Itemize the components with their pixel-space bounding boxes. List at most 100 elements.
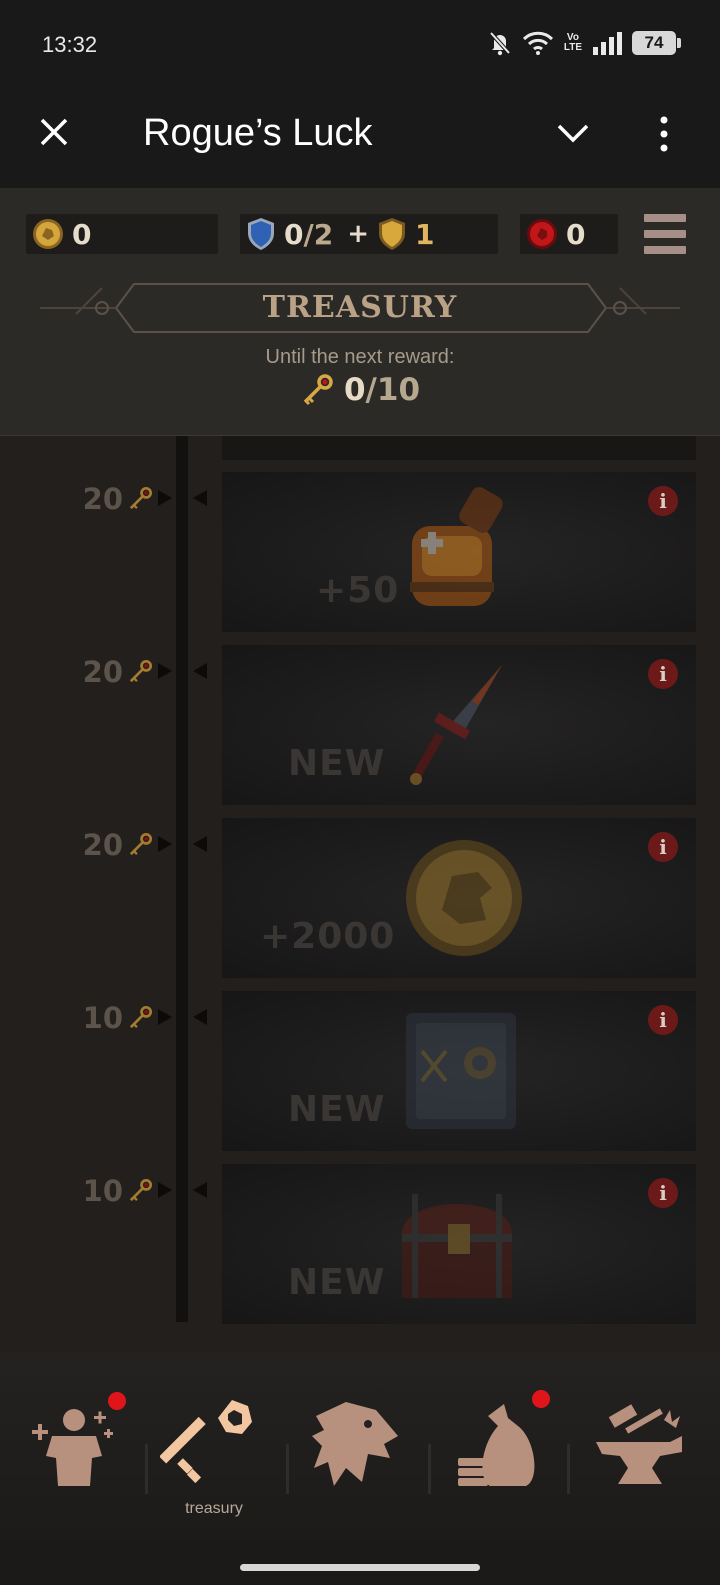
eagle-icon <box>312 1402 398 1486</box>
until-next-reward-text: Until the next reward: <box>265 346 455 368</box>
nav-separator <box>145 1444 148 1494</box>
treasury-key-icon <box>159 1400 252 1484</box>
reward-cost-value: 20 <box>82 828 123 862</box>
chest-icon <box>402 1194 512 1298</box>
nav-forge[interactable] <box>590 1396 700 1516</box>
reward-amount-label: +2000 <box>260 916 396 957</box>
reward-cost: 10 <box>83 1174 153 1208</box>
reward-new-label: NEW <box>288 743 386 784</box>
reward-amount-label: +50 <box>316 570 400 611</box>
reward-list[interactable]: 20 +50 i 20 NEW i 20 +2000 i 10 NEW i 10… <box>0 436 720 1436</box>
reward-new-label: NEW <box>288 1262 386 1303</box>
reward-cost-value: 10 <box>82 1001 123 1035</box>
signal-icon <box>593 32 622 55</box>
coin-counter[interactable]: 0 <box>26 214 218 254</box>
nav-treasury-label: treasury <box>185 1500 243 1517</box>
reward-cost: 10 <box>82 1001 153 1035</box>
nav-separator <box>428 1444 431 1494</box>
wifi-icon <box>522 31 553 55</box>
hero-upgrade-icon <box>32 1409 113 1486</box>
gem-counter[interactable]: 0 <box>520 214 618 254</box>
reward-cost: 20 <box>82 828 153 862</box>
shield-counter[interactable]: 0/2 + 1 <box>240 214 498 254</box>
reward-row: 10 NEW i <box>0 1164 720 1336</box>
reward-card[interactable]: NEW <box>222 645 696 805</box>
keys-total: /10 <box>365 372 421 408</box>
anvil-icon <box>596 1404 682 1484</box>
bottom-nav: treasury <box>0 1352 720 1540</box>
volte-indicator: Vo LTE <box>564 33 582 53</box>
nav-guild[interactable] <box>306 1396 416 1516</box>
app-title: Rogue’s Luck <box>143 112 373 154</box>
app-bar: Rogue’s Luck <box>0 92 720 188</box>
info-button[interactable]: i <box>648 832 678 862</box>
key-icon <box>129 1005 153 1029</box>
shield-current: 0 <box>284 217 304 251</box>
keys-current: 0 <box>343 372 366 408</box>
reward-cost: 20 <box>82 655 153 689</box>
info-button[interactable]: i <box>648 486 678 516</box>
reward-cost-value: 20 <box>82 655 123 689</box>
key-progress: 0/10 <box>0 372 720 408</box>
chevron-down-icon[interactable] <box>556 118 590 148</box>
coin-icon <box>33 219 63 249</box>
nav-separator <box>567 1444 570 1494</box>
track-arrow-left <box>193 1182 207 1198</box>
safe-icon <box>406 1013 516 1129</box>
track-arrow-right <box>158 1182 172 1198</box>
gold-shield-value: 1 <box>415 217 435 251</box>
reward-row: 20 NEW i <box>0 645 720 817</box>
dagger-icon <box>410 665 502 785</box>
plus-sign: + <box>347 219 369 249</box>
reward-card[interactable]: +2000 <box>222 818 696 978</box>
shield-current-value: 0/2 <box>284 218 333 251</box>
info-button[interactable]: i <box>648 1178 678 1208</box>
reward-row: 20 +2000 i <box>0 818 720 990</box>
gesture-bar[interactable] <box>240 1564 480 1571</box>
key-progress-value: 0/10 <box>344 372 420 408</box>
more-vertical-icon[interactable] <box>652 114 676 154</box>
track-arrow-right <box>158 490 172 506</box>
reward-card[interactable]: NEW <box>222 1164 696 1324</box>
track-arrow-right <box>158 836 172 852</box>
close-icon[interactable] <box>36 114 72 150</box>
nav-heroes[interactable] <box>22 1392 132 1516</box>
key-icon <box>129 486 153 510</box>
shield-total: /2 <box>303 217 334 251</box>
red-gem-icon <box>527 219 557 249</box>
gold-shield-icon <box>379 218 405 250</box>
key-icon <box>129 832 153 856</box>
key-icon <box>129 1178 153 1202</box>
bell-muted-icon <box>489 31 511 56</box>
status-bar: 13:32 Vo LTE 74 <box>0 0 720 92</box>
track-arrow-right <box>158 1009 172 1025</box>
menu-icon[interactable] <box>642 212 688 256</box>
status-time: 13:32 <box>42 32 98 57</box>
game-header: 0 0/2 + 1 0 TREASURY Until the next rewa… <box>0 188 720 436</box>
track-arrow-left <box>193 836 207 852</box>
battery-indicator: 74 <box>632 31 681 55</box>
status-icons: Vo LTE 74 <box>488 30 681 56</box>
coin-value: 0 <box>72 217 92 251</box>
info-button[interactable]: i <box>648 1005 678 1035</box>
nav-separator <box>286 1444 289 1494</box>
key-icon <box>129 659 153 683</box>
track-arrow-left <box>193 663 207 679</box>
treasury-title: TREASURY <box>262 290 458 325</box>
blue-shield-icon <box>248 218 274 250</box>
reward-card[interactable]: +50 <box>222 472 696 632</box>
notification-dot <box>532 1390 550 1408</box>
reward-row: 10 NEW i <box>0 991 720 1163</box>
info-button[interactable]: i <box>648 659 678 689</box>
key-icon <box>303 374 333 406</box>
track-arrow-right <box>158 663 172 679</box>
reward-row: 20 +50 i <box>0 472 720 644</box>
reward-new-label: NEW <box>288 1089 386 1130</box>
reward-card-partial <box>222 436 696 460</box>
reward-card[interactable]: NEW <box>222 991 696 1151</box>
volte-bottom: LTE <box>563 42 582 53</box>
track-arrow-left <box>193 1009 207 1025</box>
nav-shop[interactable] <box>448 1390 558 1516</box>
nav-treasury[interactable]: treasury <box>159 1396 270 1517</box>
potion-icon <box>410 487 503 606</box>
